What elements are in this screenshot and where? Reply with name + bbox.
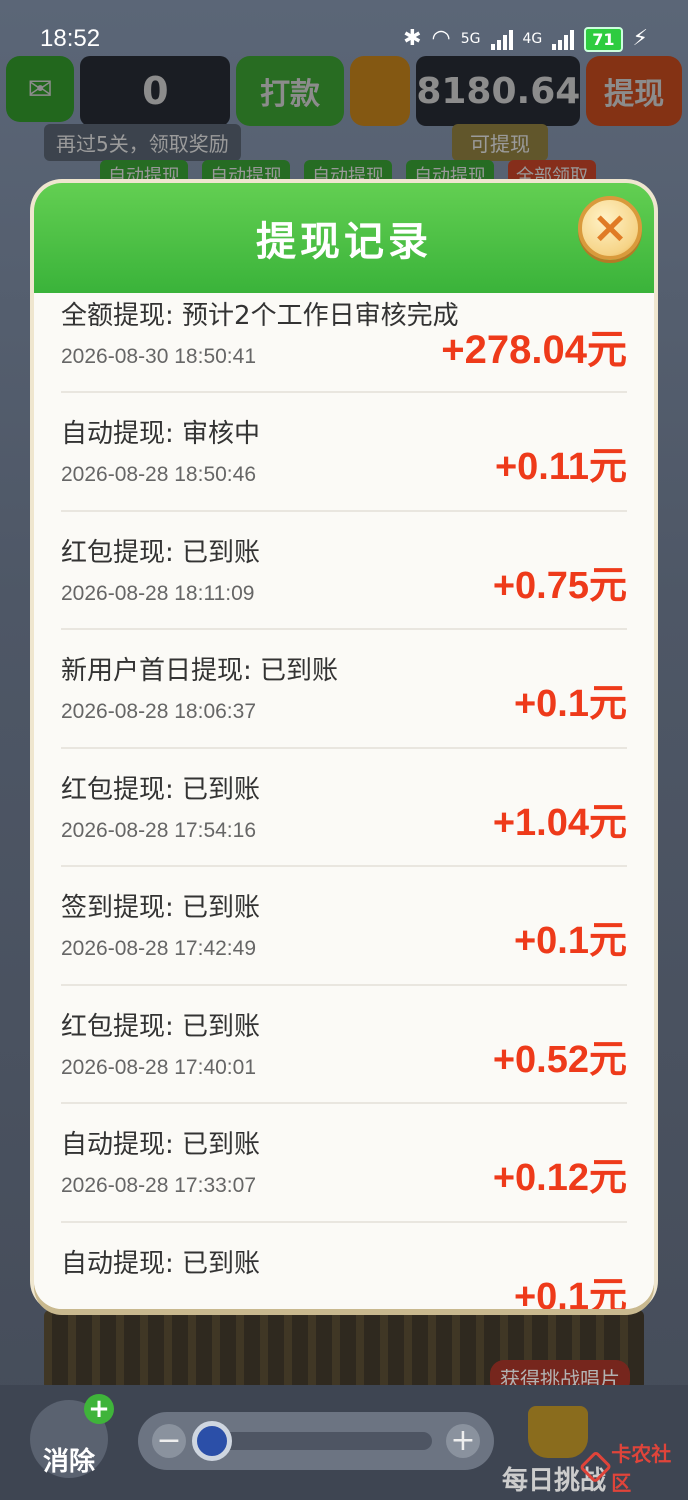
watermark-logo-icon xyxy=(578,1450,613,1484)
signal-4g-icon xyxy=(552,28,575,50)
record-amount: +278.04元 xyxy=(441,328,627,372)
minus-icon[interactable]: − xyxy=(152,1424,186,1458)
status-icons: ✱ ◠ 5G 4G 71 ⚡ xyxy=(403,26,648,52)
slider-track[interactable] xyxy=(192,1421,432,1461)
battery-indicator: 71 xyxy=(584,26,623,52)
record-row: 红包提现: 已到账 2026-08-28 17:40:01 +0.52元 xyxy=(61,986,627,1104)
watermark-text: 卡农社区 xyxy=(611,1442,672,1495)
record-row: 新用户首日提现: 已到账 2026-08-28 18:06:37 +0.1元 xyxy=(61,630,627,749)
network-4g-label: 4G xyxy=(522,31,543,47)
slider-knob[interactable] xyxy=(192,1421,232,1461)
record-title: 红包提现: 已到账 xyxy=(61,774,261,805)
plus-icon[interactable]: + xyxy=(84,1394,114,1424)
eliminate-label: 消除 xyxy=(42,1447,95,1477)
record-title: 全额提现: 预计2个工作日审核完成 xyxy=(61,301,459,331)
record-title: 新用户首日提现: 已到账 xyxy=(61,656,339,686)
withdrawable-label: 可提现 xyxy=(452,124,548,161)
record-title: 签到提现: 已到账 xyxy=(61,893,261,923)
record-date: 2026-08-28 17:54:16 xyxy=(61,818,256,842)
record-date: 2026-08-28 17:33:07 xyxy=(61,1174,256,1197)
status-bar: 18:52 ✱ ◠ 5G 4G 71 ⚡ xyxy=(0,0,688,78)
eliminate-button[interactable]: 消除 + xyxy=(30,1394,114,1478)
record-date: 2026-08-28 18:11:09 xyxy=(61,581,255,605)
record-title: 红包提现: 已到账 xyxy=(61,537,261,568)
record-date: 2026-08-30 18:50:41 xyxy=(61,345,256,368)
level-hint: 再过5关，领取奖励 xyxy=(44,124,241,161)
charging-icon: ⚡ xyxy=(632,26,648,51)
record-date: 2026-08-28 18:06:37 xyxy=(61,700,256,723)
record-row: 红包提现: 已到账 2026-08-28 18:11:09 +0.75元 xyxy=(61,512,627,630)
plus-icon[interactable]: + xyxy=(446,1424,480,1458)
record-row: 自动提现: 已到账 +0.1元 xyxy=(61,1223,627,1310)
record-amount: +0.11元 xyxy=(494,446,627,488)
watermark: 卡农社区 xyxy=(578,1438,688,1496)
modal-header: 提现记录 xyxy=(34,183,654,293)
record-amount: +0.1元 xyxy=(513,920,627,962)
wifi-icon: ◠ xyxy=(431,26,451,51)
record-amount: +0.1元 xyxy=(513,683,627,725)
record-title: 自动提现: 已到账 xyxy=(61,1248,261,1279)
record-title: 自动提现: 已到账 xyxy=(61,1130,261,1160)
record-row: 签到提现: 已到账 2026-08-28 17:42:49 +0.1元 xyxy=(61,867,627,986)
record-amount: +1.04元 xyxy=(492,801,627,844)
close-button[interactable]: × xyxy=(578,196,642,260)
record-amount: +0.52元 xyxy=(492,1038,627,1081)
record-amount: +0.12元 xyxy=(492,1157,627,1199)
withdraw-records-modal: 提现记录 全额提现: 预计2个工作日审核完成 2026-08-30 18:50:… xyxy=(34,183,654,1309)
signal-5g-icon xyxy=(490,28,513,50)
withdraw-record-list[interactable]: 全额提现: 预计2个工作日审核完成 2026-08-30 18:50:41 +2… xyxy=(34,293,654,1309)
record-title: 自动提现: 审核中 xyxy=(61,419,261,449)
record-title: 红包提现: 已到账 xyxy=(61,1011,261,1042)
record-row: 全额提现: 预计2个工作日审核完成 2026-08-30 18:50:41 +2… xyxy=(61,293,627,393)
trophy-icon xyxy=(528,1406,588,1458)
record-row: 自动提现: 已到账 2026-08-28 17:33:07 +0.12元 xyxy=(61,1104,627,1223)
record-amount: +0.75元 xyxy=(492,564,627,607)
record-row: 红包提现: 已到账 2026-08-28 17:54:16 +1.04元 xyxy=(61,749,627,867)
record-date: 2026-08-28 18:50:46 xyxy=(61,463,256,486)
record-amount: +0.1元 xyxy=(513,1275,627,1310)
bluetooth-icon: ✱ xyxy=(403,26,422,51)
close-icon: × xyxy=(591,202,629,253)
network-5g-label: 5G xyxy=(460,31,481,47)
record-date: 2026-08-28 17:42:49 xyxy=(61,937,256,960)
status-time: 18:52 xyxy=(40,25,101,52)
record-date: 2026-08-28 17:40:01 xyxy=(61,1055,256,1079)
record-row: 自动提现: 审核中 2026-08-28 18:50:46 +0.11元 xyxy=(61,393,627,512)
zoom-slider[interactable]: − + xyxy=(138,1412,494,1470)
modal-title: 提现记录 xyxy=(256,219,432,265)
